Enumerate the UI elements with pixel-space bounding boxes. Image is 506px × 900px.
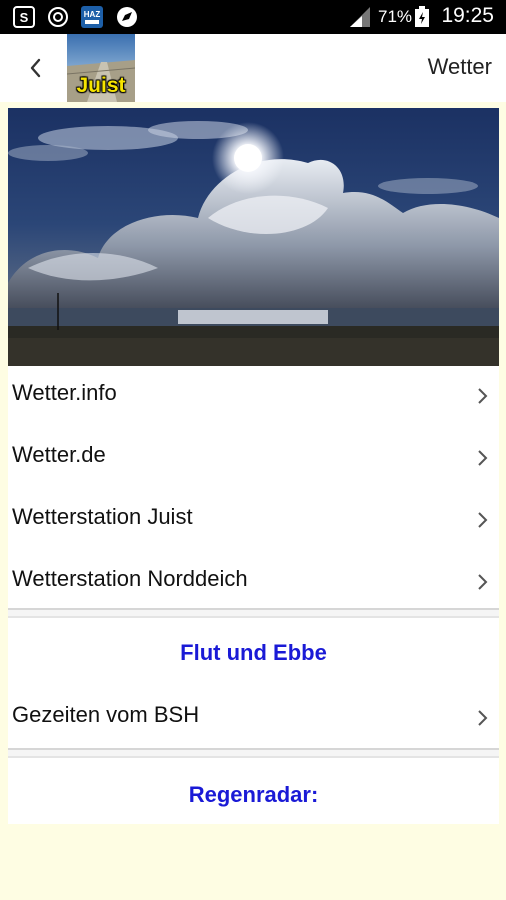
tides-panel: Flut und Ebbe Gezeiten vom BSH — [8, 618, 499, 748]
list-item-wetterstation-juist[interactable]: Wetterstation Juist — [8, 490, 499, 552]
svg-text:S: S — [20, 10, 29, 25]
list-item-label: Gezeiten vom BSH — [12, 702, 200, 727]
list-item-gezeiten-bsh[interactable]: Gezeiten vom BSH — [8, 688, 499, 750]
sky-clouds-photo — [8, 108, 499, 366]
chevron-right-icon — [478, 574, 488, 590]
battery-percent: 71% — [378, 7, 413, 26]
app-bar: Juist Wetter — [0, 34, 506, 102]
list-item-wetterstation-norddeich[interactable]: Wetterstation Norddeich — [8, 552, 499, 614]
svg-text:HAZ: HAZ — [84, 10, 101, 19]
screenshot-icon: S — [13, 6, 35, 28]
section-divider — [8, 608, 499, 618]
hero-image — [8, 108, 499, 366]
compass-icon — [117, 7, 137, 27]
list-item-label: Wetterstation Juist — [12, 504, 193, 529]
section-title-radar: Regenradar: — [188, 782, 319, 807]
weather-links-panel: Wetter.info Wetter.de Wetterstation Juis… — [8, 366, 499, 608]
app-logo: Juist — [67, 34, 135, 102]
list-item-wetter-info[interactable]: Wetter.info — [8, 366, 499, 428]
status-bar: S HAZ 71% 19:25 — [0, 0, 506, 34]
chevron-left-icon — [30, 58, 41, 78]
logo-text: Juist — [76, 74, 126, 97]
list-item-label: Wetterstation Norddeich — [12, 566, 248, 591]
chevron-right-icon — [478, 450, 488, 466]
chevron-right-icon — [478, 512, 488, 528]
chevron-right-icon — [478, 710, 488, 726]
section-divider — [8, 748, 499, 758]
battery-icon — [415, 6, 429, 27]
haz-app-icon: HAZ — [81, 6, 103, 28]
section-title-tides: Flut und Ebbe — [180, 640, 327, 665]
radar-panel: Regenradar: — [8, 758, 499, 824]
sync-icon — [48, 7, 68, 27]
list-item-label: Wetter.de — [12, 442, 106, 467]
clock: 19:25 — [441, 4, 494, 27]
signal-icon — [350, 7, 370, 27]
list-item-label: Wetter.info — [12, 380, 117, 405]
list-item-wetter-de[interactable]: Wetter.de — [8, 428, 499, 490]
chevron-right-icon — [478, 388, 488, 404]
back-button[interactable] — [20, 52, 50, 84]
page-title: Wetter — [427, 54, 492, 79]
